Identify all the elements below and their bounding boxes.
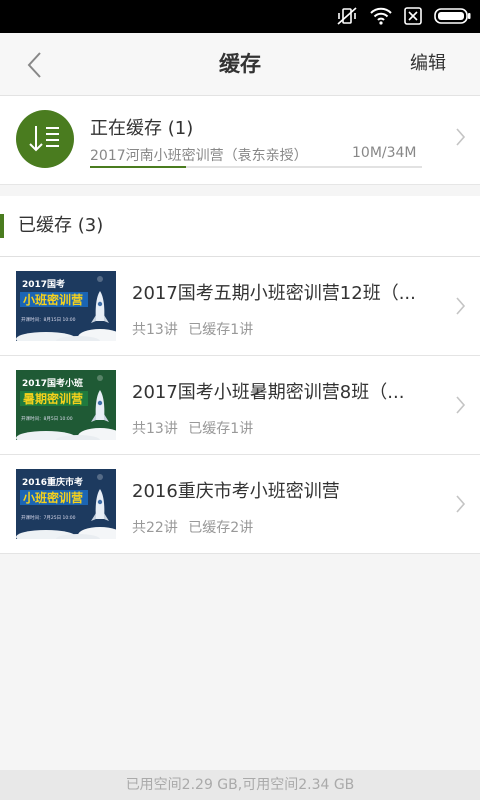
course-title: 2016重庆市考小班密训营 <box>132 481 340 502</box>
lesson-count: 共22讲 <box>132 520 178 536</box>
thumbnail-banner-text: 小班密训营 <box>23 490 83 505</box>
storage-info: 已用空间2.29 GB,可用空间2.34 GB <box>0 770 480 800</box>
download-progress-fill <box>90 166 187 168</box>
vibrate-mute-icon <box>337 7 357 25</box>
thumbnail-year-text: 2017国考 <box>22 278 65 290</box>
course-meta: 共22讲 已缓存2讲 <box>132 517 253 537</box>
course-title: 2017国考小班暑期密训营8班（... <box>132 382 405 403</box>
course-title: 2017国考五期小班密训营12班（... <box>132 283 416 304</box>
status-icons <box>336 6 472 26</box>
thumbnail-banner-text: 暑期密训营 <box>23 391 83 406</box>
thumbnail-banner-text: 小班密训营 <box>23 292 83 307</box>
lesson-count: 共13讲 <box>132 322 178 338</box>
thumbnail-year-text: 2017国考小班 <box>22 377 83 389</box>
download-list-icon <box>16 110 74 168</box>
chevron-right-icon <box>456 297 466 315</box>
lesson-count: 共13讲 <box>132 421 178 437</box>
course-item[interactable]: 2017国考 小班密训营 开课时间：8月15日 10:00 2017国考五期小班… <box>0 257 480 356</box>
nav-bar: 缓存 编辑 <box>0 33 480 96</box>
page-title: 缓存 <box>219 52 261 76</box>
course-item[interactable]: 2017国考小班 暑期密训营 开课时间：8月5日 10:00 2017国考小班暑… <box>0 356 480 455</box>
downloaded-label: 已缓存 (3) <box>18 215 104 236</box>
course-meta: 共13讲 已缓存1讲 <box>132 418 253 438</box>
course-item[interactable]: 2016重庆市考 小班密训营 开课时间：7月25日 10:00 2016重庆市考… <box>0 455 480 554</box>
section-accent-bar <box>0 214 4 238</box>
course-thumbnail: 2016重庆市考 小班密训营 开课时间：7月25日 10:00 <box>16 469 116 539</box>
thumbnail-date-text: 开课时间：8月15日 10:00 <box>21 316 76 323</box>
cached-count: 已缓存2讲 <box>188 520 254 536</box>
downloading-title: 正在缓存 (1) <box>90 118 194 139</box>
chevron-right-icon <box>456 128 466 146</box>
downloaded-list: 2017国考 小班密训营 开课时间：8月15日 10:00 2017国考五期小班… <box>0 257 480 554</box>
downloading-size: 10M/34M <box>352 145 417 161</box>
chevron-right-icon <box>456 396 466 414</box>
chevron-right-icon <box>456 495 466 513</box>
edit-button[interactable]: 编辑 <box>410 33 446 95</box>
no-sim-icon <box>404 7 422 25</box>
downloading-row[interactable]: 正在缓存 (1) 2017河南小班密训营（袁东亲授） 10M/34M <box>0 96 480 185</box>
thumbnail-year-text: 2016重庆市考 <box>22 476 83 488</box>
course-thumbnail: 2017国考 小班密训营 开课时间：8月15日 10:00 <box>16 271 116 341</box>
cached-count: 已缓存1讲 <box>188 421 254 437</box>
course-meta: 共13讲 已缓存1讲 <box>132 319 253 339</box>
cached-count: 已缓存1讲 <box>188 322 254 338</box>
thumbnail-date-text: 开课时间：7月25日 10:00 <box>21 514 76 521</box>
status-bar <box>0 0 480 33</box>
download-progress-bar <box>90 166 422 168</box>
battery-icon <box>434 8 471 24</box>
wifi-icon <box>370 7 392 25</box>
course-thumbnail: 2017国考小班 暑期密训营 开课时间：8月5日 10:00 <box>16 370 116 440</box>
downloaded-section-header: 已缓存 (3) <box>0 196 480 257</box>
downloading-course-name: 2017河南小班密训营（袁东亲授） <box>90 148 308 164</box>
thumbnail-date-text: 开课时间：8月5日 10:00 <box>21 415 73 422</box>
